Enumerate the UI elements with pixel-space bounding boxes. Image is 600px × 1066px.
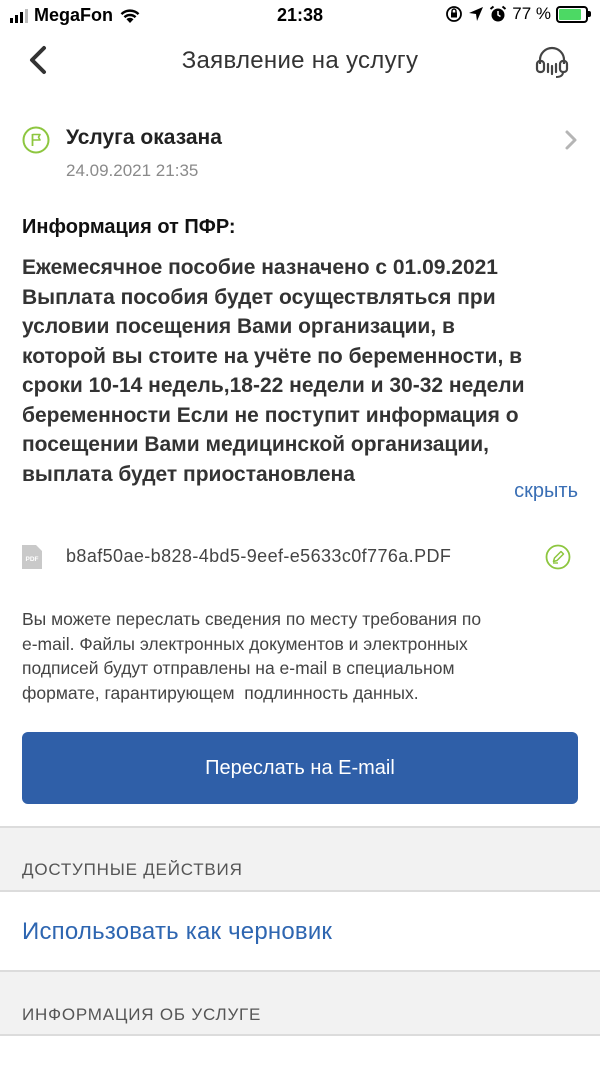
hide-link[interactable]: скрыть [514, 480, 578, 503]
note-line: Вы можете переслать сведения по месту тр… [22, 609, 482, 629]
status-bar: MegaFon 21:38 77 % [0, 0, 600, 32]
battery-percent: 77 % [512, 4, 551, 23]
note-line: формате, гарантирующем подлинность данны… [22, 682, 419, 703]
info-line: условии посещения Вами организации, в [22, 315, 455, 338]
alarm-icon [490, 5, 507, 22]
chevron-right-icon [565, 130, 577, 150]
info-line: Выплата пособия будет осуществляться при [22, 285, 496, 309]
info-line: беременности Если не поступит информация… [22, 403, 519, 427]
flag-icon [22, 126, 50, 154]
headset-icon [535, 46, 569, 78]
info-message: Ежемесячное пособие назначено с 01.09.20… [22, 253, 582, 489]
email-forward-note: Вы можете переслать сведения по месту тр… [22, 607, 582, 705]
info-line: выплата будет приостановлена [22, 462, 355, 486]
service-status-title[interactable]: Услуга оказана [66, 126, 222, 150]
divider [0, 890, 600, 892]
pdf-badge-text: PDF [26, 556, 39, 563]
actions-section-label: ДОСТУПНЫЕ ДЕЙСТВИЯ [22, 860, 243, 879]
service-info-section-label: ИНФОРМАЦИЯ ОБ УСЛУГЕ [22, 1005, 262, 1024]
status-details-button[interactable] [560, 126, 582, 154]
pdf-file-icon: PDF [22, 545, 42, 569]
divider [0, 1034, 600, 1036]
note-line: подписей будут отправлены на e-mail в сп… [22, 658, 455, 678]
use-as-draft-link[interactable]: Использовать как черновик [22, 918, 332, 946]
attachment-file-name[interactable]: b8af50ae-b828-4bd5-9eef-e5633c0f776a.PDF [66, 546, 451, 567]
signature-button[interactable] [545, 544, 571, 570]
signature-icon [545, 544, 571, 570]
info-heading: Информация от ПФР: [22, 216, 236, 238]
info-line: посещении Вами медицинской организации, [22, 433, 489, 456]
page-title: Заявление на услугу [181, 47, 419, 74]
note-line: e-mail. Файлы электронных документов и э… [22, 633, 468, 654]
support-button[interactable] [532, 42, 572, 82]
info-line: Ежемесячное пособие назначено с 01.09.20… [22, 256, 498, 279]
send-email-button[interactable]: Переслать на E-mail [22, 732, 578, 804]
info-line: сроки 10-14 недель,18-22 недели и 30-32 … [22, 374, 525, 397]
battery-icon [556, 5, 591, 23]
service-status-date: 24.09.2021 21:35 [66, 161, 199, 180]
info-line: которой вы стоите на учёте по беременнос… [22, 344, 523, 368]
system-indicators: 77 % [445, 4, 591, 24]
location-icon [469, 7, 484, 21]
status-flag-badge [22, 126, 50, 154]
rotation-lock-icon [446, 6, 463, 22]
actions-section-header [0, 828, 600, 890]
